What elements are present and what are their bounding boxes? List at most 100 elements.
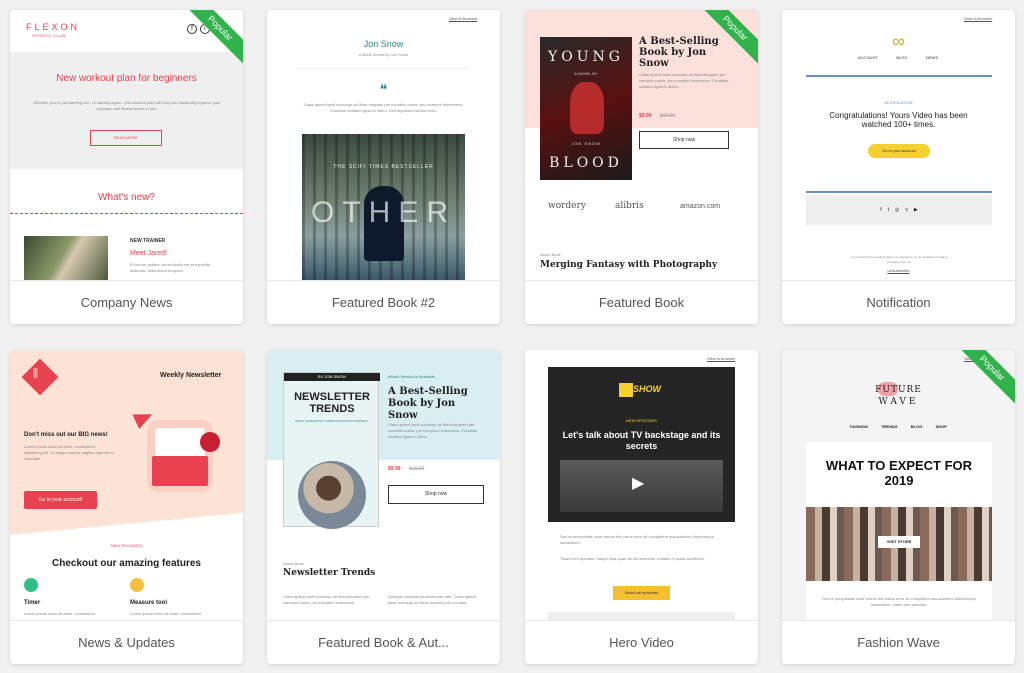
store-wordery[interactable]: wordery (548, 201, 586, 211)
read-more-button[interactable]: READ MORE (90, 130, 162, 146)
description: Class aptent taciti sociosqu ad litora t… (388, 422, 478, 439)
footer-text: You received this email because you sign… (850, 255, 948, 264)
cover-title: NEWSLETTER TRENDS (294, 391, 370, 415)
video-thumbnail[interactable]: ▶ (560, 460, 723, 512)
template-card-featured-book[interactable]: YOUNG A NOVEL BY JON SNOW BLOOD A Best-S… (525, 10, 758, 324)
view-in-browser-link[interactable]: View in browser (964, 16, 992, 21)
divider (297, 68, 470, 69)
nav-blog[interactable]: BLOG (896, 55, 907, 60)
feature-timer: Timer (24, 600, 41, 606)
author-name: Jon Snow (363, 39, 404, 49)
trainer-label: NEW TRAINER (130, 238, 166, 244)
template-title: News & Updates (10, 620, 243, 664)
feature-timer-text: Lorem ipsum dolor sit amet, consectetur (24, 611, 96, 616)
infinity-logo-icon: ∞ (892, 31, 905, 51)
go-to-account-button[interactable]: Go to your account (868, 144, 930, 158)
template-card-news-updates[interactable]: ⫼ Weekly Newsletter Don't miss out our B… (10, 350, 243, 664)
watch-episodes-button[interactable]: Watch all episodes (613, 586, 670, 600)
column-a: Class aptent taciti sociosqu ad litora t… (283, 594, 370, 605)
shop-now-button[interactable]: Shop now (639, 131, 729, 149)
trainer-text: Et harum quidem rerum facilis est et exp… (130, 262, 211, 273)
visit-store-button[interactable]: VISIT STORE (878, 536, 920, 548)
book-cover: BY JON SNOW NEWSLETTER TRENDS EMAIL MARK… (283, 372, 380, 529)
template-title: Notification (782, 280, 1015, 324)
cover-title: OTHER (311, 196, 456, 229)
go-to-account-button[interactable]: Go to your account! (24, 491, 97, 509)
instagram-icon[interactable]: ◎ (895, 207, 899, 213)
template-card-company-news[interactable]: FLEXON SPORTS CLUB f t New workout plan … (10, 10, 243, 324)
store-amazon[interactable]: amazon.com (680, 203, 720, 210)
trainer-photo (24, 236, 108, 280)
template-title: Hero Video (525, 620, 758, 664)
nav-blog[interactable]: BLOG (911, 424, 923, 429)
store-alibris[interactable]: alibris (615, 201, 644, 211)
play-icon[interactable]: ▶ (632, 475, 644, 493)
cover-sub: A NOVEL BY (574, 71, 598, 76)
old-price: $16.99 (409, 466, 425, 472)
book-cover: YOUNG A NOVEL BY JON SNOW BLOOD (540, 37, 632, 180)
headline: Let's talk about TV backstage and its se… (562, 430, 721, 451)
template-card-fashion-wave[interactable]: View in browser FUTURE WAVE FASHION TREN… (782, 350, 1015, 664)
nav-news[interactable]: NEWS (926, 55, 938, 60)
nav-menu: FASHION TRENDS BLOG SHOP (850, 424, 947, 429)
template-preview: BY JON SNOW NEWSLETTER TRENDS EMAIL MARK… (267, 350, 500, 620)
template-title: Company News (10, 280, 243, 324)
template-title: Featured Book #2 (267, 280, 500, 324)
stopwatch-icon (24, 578, 38, 592)
body-text-1: Sed ut perspiciatis unde omnis iste natu… (560, 534, 714, 545)
template-card-notification[interactable]: View in browser ∞ ACCOUNT BLOG NEWS NOTI… (782, 10, 1015, 324)
brand-sub: SPORTS CLUB (32, 33, 66, 38)
template-card-hero-video[interactable]: View in browser SHOW NEW EPISODES Let's … (525, 350, 758, 664)
template-preview: YOUNG A NOVEL BY JON SNOW BLOOD A Best-S… (525, 10, 758, 280)
cover-title-2: BLOOD (549, 155, 623, 171)
nav-menu: ACCOUNT BLOG NEWS (858, 55, 938, 60)
nav-shop[interactable]: SHOP (936, 424, 947, 429)
unsubscribe-link[interactable]: Unsubscribe (782, 268, 1015, 273)
cover-sub: EMAIL MARKETING COMMUNICATIONS STRATEGY (295, 419, 369, 423)
whats-new-heading: What's new? (98, 192, 155, 203)
template-preview: View in browser Jon Snow A Book Series b… (267, 10, 500, 280)
trainer-name: Meet Jared! (130, 250, 167, 257)
social-bar: f t ◎ v ▶ (806, 195, 992, 225)
view-in-browser-link[interactable]: View in browser (449, 16, 477, 21)
template-title: Featured Book (525, 280, 758, 324)
show-logo-icon (619, 383, 633, 397)
episodes-label: NEW EPISODES (626, 418, 657, 423)
headline: WHAT TO EXPECT FOR 2019 (825, 458, 973, 488)
book-cover: THE SCIFI TIMES BESTSELLER OTHER (302, 134, 465, 280)
template-preview: View in browser ∞ ACCOUNT BLOG NEWS NOTI… (782, 10, 1015, 280)
price: $9.99 (388, 466, 401, 472)
about-title: Newsletter Trends (283, 568, 376, 578)
twitter-icon[interactable]: t (888, 207, 889, 213)
logo-line-1: FUTURE (875, 385, 922, 395)
notification-label: NOTIFICATION (884, 100, 913, 105)
template-card-featured-book-2[interactable]: View in browser Jon Snow A Book Series b… (267, 10, 500, 324)
intro-text: Whether you're just starting out - or st… (33, 100, 221, 111)
template-card-featured-book-author[interactable]: BY JON SNOW NEWSLETTER TRENDS EMAIL MARK… (267, 350, 500, 664)
nav-trends[interactable]: TRENDS (881, 424, 897, 429)
body-text-2: Totam rem aperiam, eaque ipsa quae ab il… (560, 556, 705, 561)
facebook-icon[interactable]: f (880, 207, 881, 213)
cover-author: JON SNOW (571, 141, 601, 146)
features-heading: Checkout our amazing features (52, 558, 201, 569)
template-preview: View in browser FUTURE WAVE FASHION TREN… (782, 350, 1015, 620)
envelope-body (152, 456, 208, 486)
template-preview: FLEXON SPORTS CLUB f t New workout plan … (10, 10, 243, 280)
headline: New workout plan for beginners (56, 73, 197, 84)
view-in-browser-link[interactable]: View in browser (707, 356, 735, 361)
logo-bars: ⫼ (33, 368, 39, 380)
body-text: Sed ut perspiciatis unde omnis iste natu… (822, 596, 976, 607)
template-title: Fashion Wave (782, 620, 1015, 664)
notification-panel (806, 75, 992, 193)
footer-band (548, 612, 735, 620)
nav-fashion[interactable]: FASHION (850, 424, 868, 429)
headline: A Best-Selling Book by Jon Snow (639, 36, 719, 69)
vimeo-icon[interactable]: v (905, 207, 908, 213)
dashed-divider (10, 213, 243, 214)
youtube-icon[interactable]: ▶ (914, 207, 918, 213)
old-price: $16.99 (660, 113, 676, 119)
releases-label: NEW RELEASES (110, 543, 143, 548)
shop-now-button[interactable]: Shop now (388, 485, 484, 504)
column-b: Quisque volutpat condimentum velit. Clas… (388, 594, 476, 605)
nav-account[interactable]: ACCOUNT (858, 55, 878, 60)
